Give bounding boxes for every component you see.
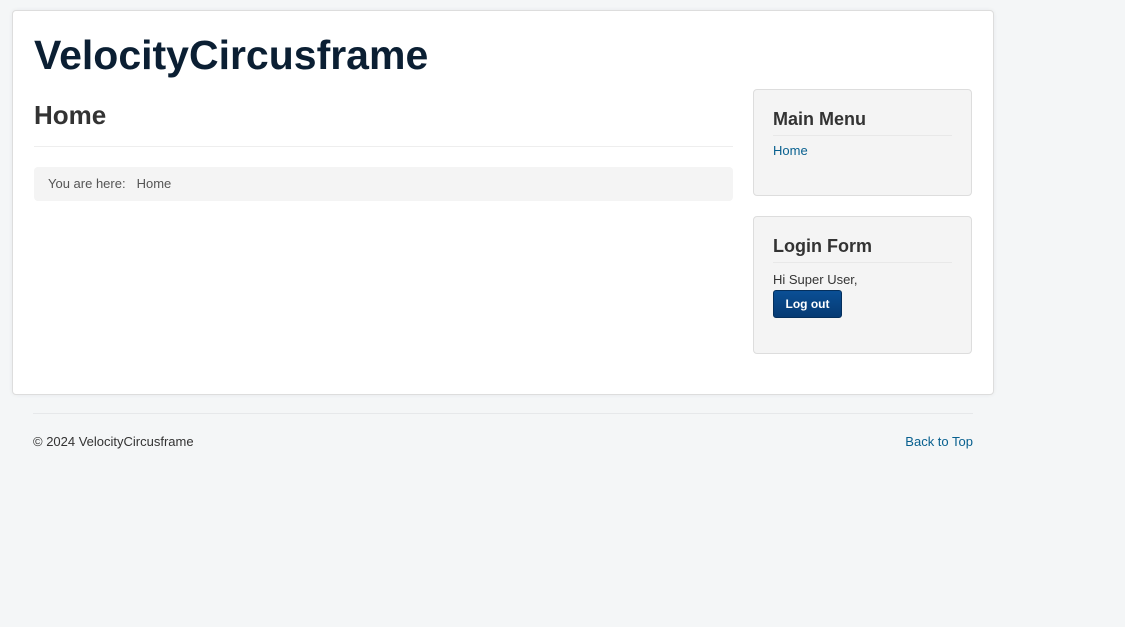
breadcrumb: You are here: Home	[34, 167, 733, 201]
login-form-module: Login Form Hi Super User, Log out	[753, 216, 972, 354]
page-container: VelocityCircusframe Home You are here: Ho…	[12, 10, 994, 395]
login-form-title: Login Form	[773, 235, 952, 263]
menu-item-home[interactable]: Home	[773, 143, 952, 159]
back-to-top-link[interactable]: Back to Top	[905, 434, 973, 449]
breadcrumb-current: Home	[136, 176, 172, 191]
page-header: Home	[34, 99, 733, 147]
main-menu-title: Main Menu	[773, 108, 952, 136]
main-menu-module: Main Menu Home	[753, 89, 972, 196]
footer: © 2024 VelocityCircusframe Back to Top	[33, 413, 973, 449]
breadcrumb-prefix: You are here:	[48, 176, 126, 191]
footer-copyright: © 2024 VelocityCircusframe	[33, 434, 194, 449]
logout-button[interactable]: Log out	[773, 290, 842, 318]
login-greeting: Hi Super User,	[773, 272, 858, 287]
page-title: Home	[34, 100, 107, 130]
site-brand-link[interactable]: VelocityCircusframe	[34, 33, 428, 77]
